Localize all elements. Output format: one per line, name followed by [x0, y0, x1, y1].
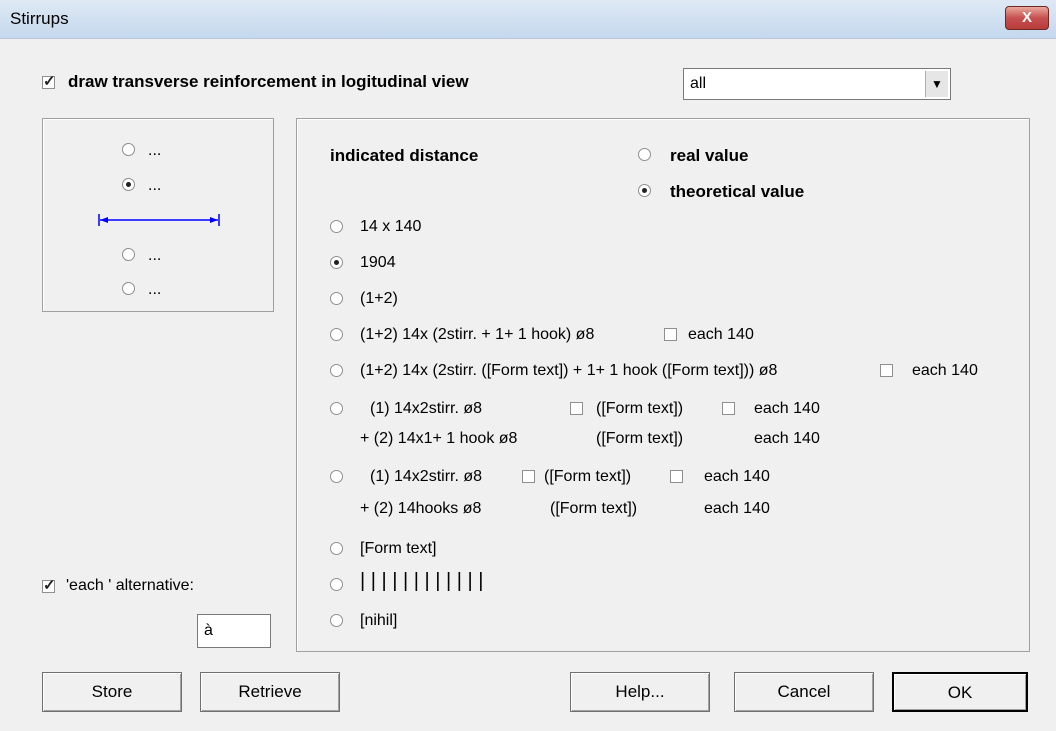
real-value-label: real value: [670, 146, 749, 165]
option-label-9: | | | | | | | | | | | |: [360, 570, 484, 592]
option-7-each-checkbox[interactable]: [670, 470, 683, 483]
ok-button[interactable]: OK: [892, 672, 1028, 712]
position-radio-3-label: ...: [148, 247, 162, 264]
each-alternative-label: 'each ' alternative:: [66, 577, 194, 594]
option-label-1: 14 x 140: [360, 218, 422, 235]
option-label-10: [nihil]: [360, 612, 398, 629]
option-5-each-label: each 140: [912, 362, 978, 379]
theoretical-value-label: theoretical value: [670, 182, 805, 201]
view-select-value: all: [690, 75, 707, 92]
view-select[interactable]: all ▼: [683, 68, 951, 100]
chevron-down-icon[interactable]: ▼: [925, 71, 948, 97]
option-radio-10[interactable]: [330, 614, 343, 627]
close-button[interactable]: X: [1005, 6, 1049, 30]
retrieve-button[interactable]: Retrieve: [200, 672, 340, 712]
help-button[interactable]: Help...: [570, 672, 710, 712]
option-radio-6[interactable]: [330, 402, 343, 415]
option-5-each-checkbox[interactable]: [880, 364, 893, 377]
option-7-form-checkbox[interactable]: [522, 470, 535, 483]
cancel-button[interactable]: Cancel: [734, 672, 874, 712]
each-alternative-input[interactable]: à: [197, 614, 271, 648]
option-6-each-checkbox[interactable]: [722, 402, 735, 415]
option-radio-1[interactable]: [330, 220, 343, 233]
dimension-line-icon: [98, 214, 220, 226]
position-radio-1[interactable]: [122, 143, 135, 156]
option-7-line2-text: + (2) 14hooks ø8: [360, 500, 482, 517]
draw-transverse-checkbox[interactable]: [42, 72, 56, 90]
draw-transverse-label: draw transverse reinforcement in logitud…: [68, 72, 469, 91]
option-4-each-label: each 140: [688, 326, 754, 343]
option-radio-2[interactable]: [330, 256, 343, 269]
option-radio-7[interactable]: [330, 470, 343, 483]
option-label-2: 1904: [360, 254, 396, 271]
option-6-form-checkbox[interactable]: [570, 402, 583, 415]
position-radio-1-label: ...: [148, 142, 162, 159]
option-label-3: (1+2): [360, 290, 398, 307]
each-alternative-value: à: [204, 622, 213, 639]
option-7-line2-form: ([Form text]): [550, 500, 638, 517]
option-7-line1-form: ([Form text]): [544, 468, 632, 485]
store-button[interactable]: Store: [42, 672, 182, 712]
option-label-5: (1+2) 14x (2stirr. ([Form text]) + 1+ 1 …: [360, 362, 778, 379]
option-7-line1-text: (1) 14x2stirr. ø8: [370, 468, 483, 485]
option-6-line1-form: ([Form text]): [596, 400, 684, 417]
close-icon: X: [1021, 9, 1032, 26]
theoretical-value-radio[interactable]: [638, 184, 651, 197]
option-6-line2-text: + (2) 14x1+ 1 hook ø8: [360, 430, 518, 447]
position-radio-4-label: ...: [148, 281, 162, 298]
window-title: Stirrups: [10, 9, 69, 28]
title-bar: Stirrups X: [0, 0, 1056, 39]
indicated-distance-label: indicated distance: [330, 146, 479, 165]
option-radio-5[interactable]: [330, 364, 343, 377]
option-4-each-checkbox[interactable]: [664, 328, 677, 341]
position-radio-3[interactable]: [122, 248, 135, 261]
option-7-line1-each: each 140: [704, 468, 770, 485]
option-6-line2-each: each 140: [754, 430, 820, 447]
option-6-line1-text: (1) 14x2stirr. ø8: [370, 400, 483, 417]
option-6-line1-each: each 140: [754, 400, 820, 417]
option-radio-8[interactable]: [330, 542, 343, 555]
real-value-radio[interactable]: [638, 148, 651, 161]
option-radio-9[interactable]: [330, 578, 343, 591]
position-radio-4[interactable]: [122, 282, 135, 295]
position-radio-2[interactable]: [122, 178, 135, 191]
option-label-4: (1+2) 14x (2stirr. + 1+ 1 hook) ø8: [360, 326, 595, 343]
option-radio-3[interactable]: [330, 292, 343, 305]
option-6-line2-form: ([Form text]): [596, 430, 684, 447]
option-label-8: [Form text]: [360, 540, 437, 557]
each-alternative-checkbox[interactable]: [42, 576, 56, 594]
position-radio-2-label: ...: [148, 177, 162, 194]
option-7-line2-each: each 140: [704, 500, 770, 517]
option-radio-4[interactable]: [330, 328, 343, 341]
